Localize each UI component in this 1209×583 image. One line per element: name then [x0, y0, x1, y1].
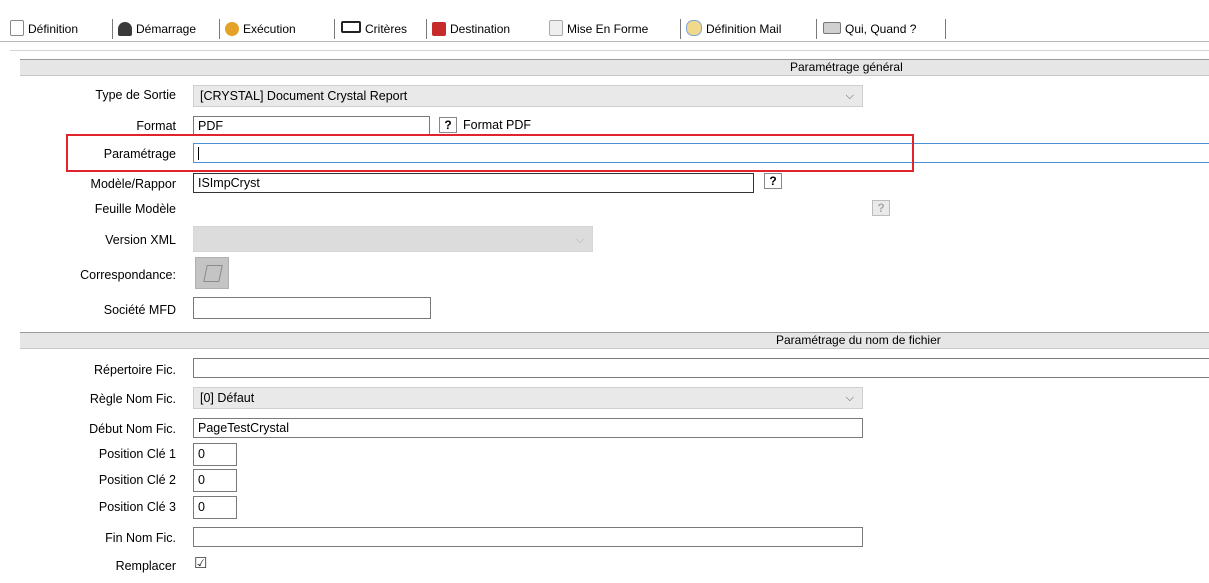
section-general-header: Paramétrage général: [20, 59, 1209, 76]
modele-label: Modèle/Rappor: [90, 177, 176, 191]
tab-qui-quand[interactable]: Qui, Quand ?: [823, 20, 916, 38]
tab-destination[interactable]: Destination: [432, 20, 510, 38]
section-general-title: Paramétrage général: [790, 60, 903, 74]
tab-definition-mail[interactable]: Définition Mail: [686, 20, 781, 38]
annotation-highlight-box: [66, 134, 914, 172]
cle2-field[interactable]: 0: [193, 469, 237, 492]
chevron-down-icon: ⌵: [845, 392, 854, 404]
fin-field[interactable]: [193, 527, 863, 547]
correspondance-label: Correspondance:: [80, 268, 176, 282]
tab-mise-en-forme[interactable]: Mise En Forme: [549, 20, 648, 38]
tab-label: Définition Mail: [706, 22, 782, 36]
mapping-icon: [203, 265, 223, 282]
tab-label: Mise En Forme: [567, 22, 649, 36]
type-sortie-select[interactable]: [CRYSTAL] Document Crystal Report ⌵: [193, 85, 863, 107]
page-format-icon: [549, 20, 563, 36]
debut-field[interactable]: PageTestCrystal: [193, 418, 863, 438]
remplacer-checkbox[interactable]: ☑: [194, 555, 207, 573]
tab-demarrage[interactable]: Démarrage: [118, 20, 196, 38]
tab-label: Définition: [28, 22, 79, 36]
feuille-label: Feuille Modèle: [94, 202, 176, 216]
repertoire-field[interactable]: [193, 358, 1209, 378]
chevron-down-icon: ⌵: [575, 234, 584, 246]
section-filename-title: Paramétrage du nom de fichier: [776, 333, 941, 347]
cle3-label: Position Clé 3: [98, 500, 176, 514]
books-icon: [432, 22, 446, 36]
regle-value: [0] Défaut: [200, 391, 255, 405]
regle-select[interactable]: [0] Défaut ⌵: [193, 387, 863, 409]
correspondance-button[interactable]: [195, 257, 229, 289]
tab-label: Démarrage: [136, 22, 197, 36]
section-filename-header: Paramétrage du nom de fichier: [20, 332, 1209, 349]
calendar-icon: [823, 22, 841, 34]
format-help-button[interactable]: ?: [439, 117, 457, 133]
tab-label: Critères: [365, 22, 408, 36]
cle1-field[interactable]: 0: [193, 443, 237, 466]
format-field[interactable]: PDF: [193, 116, 430, 136]
remplacer-label: Remplacer: [115, 559, 176, 573]
criteria-icon: [341, 21, 361, 33]
cle2-label: Position Clé 2: [98, 473, 176, 487]
fin-label: Fin Nom Fic.: [105, 531, 176, 545]
tab-label: Exécution: [243, 22, 296, 36]
societe-field[interactable]: [193, 297, 431, 319]
user-start-icon: [118, 22, 132, 36]
feuille-help-button[interactable]: ?: [872, 200, 890, 216]
type-sortie-value: [CRYSTAL] Document Crystal Report: [200, 89, 408, 103]
format-help-text: Format PDF: [463, 118, 532, 132]
modele-value: ISImpCryst: [198, 176, 260, 190]
modele-field[interactable]: ISImpCryst: [193, 173, 754, 193]
modele-help-button[interactable]: ?: [764, 173, 782, 189]
societe-label: Société MFD: [103, 303, 176, 317]
repertoire-label: Répertoire Fic.: [94, 363, 176, 377]
tab-definition[interactable]: Définition: [10, 20, 78, 38]
tab-bar: Définition Démarrage Exécution Critères …: [0, 0, 1209, 51]
format-label: Format: [136, 119, 176, 133]
tab-label: Qui, Quand ?: [845, 22, 917, 36]
format-value: PDF: [198, 119, 223, 133]
version-xml-label: Version XML: [105, 233, 176, 247]
gear-icon: [225, 22, 239, 36]
cle3-field[interactable]: 0: [193, 496, 237, 519]
version-xml-select[interactable]: ⌵: [193, 226, 593, 252]
type-sortie-label: Type de Sortie: [95, 88, 176, 102]
regle-label: Règle Nom Fic.: [89, 392, 176, 406]
document-icon: [10, 20, 24, 36]
debut-value: PageTestCrystal: [198, 421, 290, 435]
tab-criteres[interactable]: Critères: [341, 20, 407, 38]
debut-label: Début Nom Fic.: [89, 422, 176, 436]
tab-label: Destination: [450, 22, 511, 36]
cle1-label: Position Clé 1: [98, 447, 176, 461]
chevron-down-icon: ⌵: [845, 90, 854, 102]
mail-icon: [686, 20, 702, 36]
tab-execution[interactable]: Exécution: [225, 20, 296, 38]
